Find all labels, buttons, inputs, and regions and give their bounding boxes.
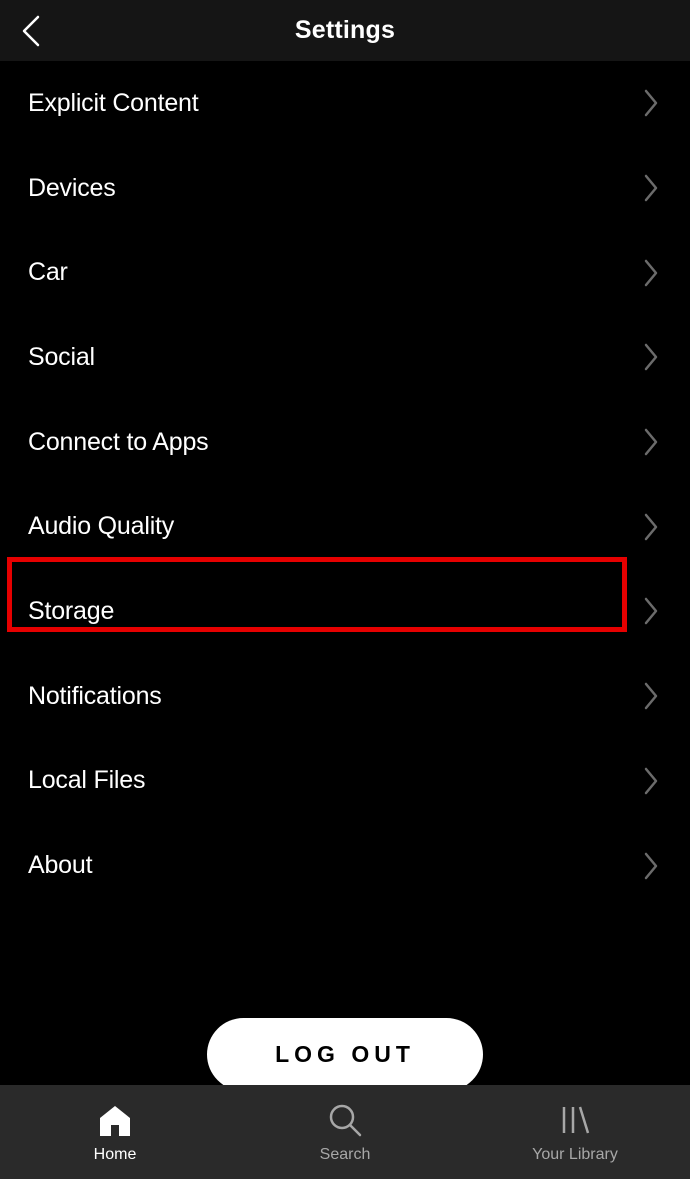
header-bar: Settings [0, 0, 690, 61]
chevron-right-icon [644, 427, 662, 457]
settings-item-label: Local Files [28, 766, 145, 795]
chevron-right-icon [644, 512, 662, 542]
settings-item-social[interactable]: Social [0, 315, 690, 400]
settings-item-storage[interactable]: Storage [0, 569, 690, 654]
settings-item-explicit-content[interactable]: Explicit Content [0, 61, 690, 146]
settings-item-local-files[interactable]: Local Files [0, 739, 690, 824]
settings-item-label: Connect to Apps [28, 428, 208, 457]
page-title: Settings [295, 16, 395, 45]
nav-label: Your Library [532, 1146, 618, 1164]
settings-item-notifications[interactable]: Notifications [0, 654, 690, 739]
logout-area: LOG OUT [0, 908, 690, 1085]
settings-item-label: Storage [28, 597, 114, 626]
settings-item-about[interactable]: About [0, 823, 690, 908]
nav-label: Home [94, 1146, 137, 1164]
settings-item-label: Explicit Content [28, 89, 199, 118]
nav-search[interactable]: Search [230, 1100, 460, 1164]
settings-item-car[interactable]: Car [0, 230, 690, 315]
nav-home[interactable]: Home [0, 1100, 230, 1164]
chevron-right-icon [644, 851, 662, 881]
chevron-right-icon [644, 596, 662, 626]
logout-button[interactable]: LOG OUT [207, 1018, 483, 1085]
settings-item-audio-quality[interactable]: Audio Quality [0, 484, 690, 569]
settings-item-label: About [28, 851, 92, 880]
chevron-right-icon [644, 258, 662, 288]
library-icon [557, 1100, 593, 1140]
settings-item-label: Social [28, 343, 95, 372]
nav-label: Search [320, 1146, 371, 1164]
chevron-right-icon [644, 681, 662, 711]
chevron-right-icon [644, 88, 662, 118]
settings-item-connect-to-apps[interactable]: Connect to Apps [0, 400, 690, 485]
chevron-right-icon [644, 173, 662, 203]
chevron-right-icon [644, 766, 662, 796]
settings-item-label: Devices [28, 174, 116, 203]
settings-list: Explicit Content Devices Car Social Conn [0, 61, 690, 1085]
settings-item-label: Car [28, 258, 68, 287]
search-icon [327, 1100, 363, 1140]
settings-item-label: Audio Quality [28, 512, 174, 541]
settings-item-devices[interactable]: Devices [0, 146, 690, 231]
home-icon [97, 1100, 133, 1140]
chevron-right-icon [644, 342, 662, 372]
nav-your-library[interactable]: Your Library [460, 1100, 690, 1164]
bottom-nav: Home Search Your Library [0, 1085, 690, 1179]
chevron-left-icon [20, 14, 42, 48]
settings-item-label: Notifications [28, 682, 162, 711]
back-button[interactable] [20, 0, 64, 61]
